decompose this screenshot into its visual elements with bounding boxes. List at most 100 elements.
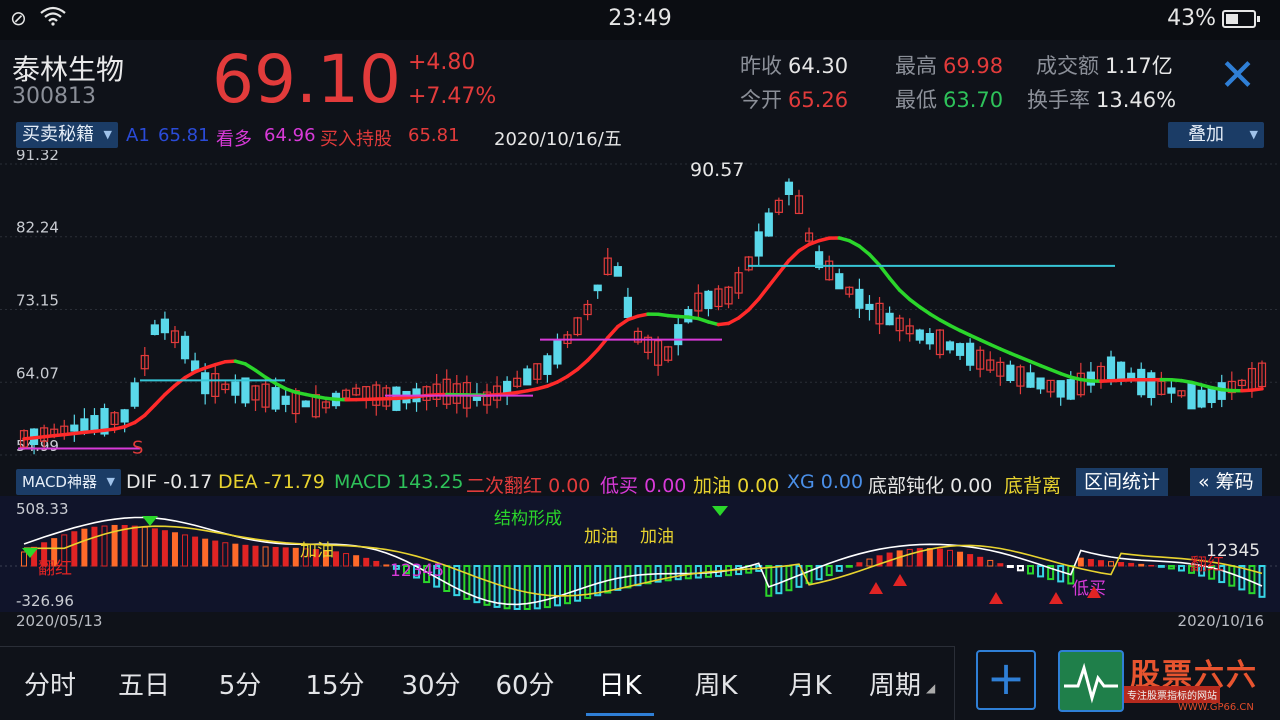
close-icon[interactable]: ✕ (1219, 54, 1256, 98)
stock-name: 泰林生物 (12, 53, 125, 86)
hold-value: 65.81 (408, 125, 460, 146)
candle-body (955, 343, 965, 356)
trend-line-segment (253, 368, 268, 380)
macd-annotation: 加油 (584, 527, 618, 547)
trend-line-segment (877, 263, 892, 280)
candle-body (1056, 380, 1065, 398)
indicator-selector[interactable]: 买卖秘籍 (16, 122, 118, 148)
candle-body (966, 342, 975, 366)
sell-signal-label: S (132, 438, 143, 459)
indicator-bar: 买卖秘籍 A1 65.81 看多 64.96 买入持股 65.81 2020/1… (0, 122, 1280, 150)
current-date: 2020/10/16/五 (494, 129, 622, 150)
clock: 23:49 (608, 6, 672, 31)
candle-body (764, 212, 773, 237)
macd-chart[interactable]: 508.33 -326.96 结构形成 加油 加油 加油 翻红 低买 翻红 12345 12345 (0, 496, 1280, 612)
candle-body (1187, 382, 1196, 410)
macd-bar (91, 526, 98, 567)
candle-body (281, 395, 290, 405)
candle-body (201, 372, 210, 395)
dif: DIF -0.17 (126, 471, 213, 493)
stock-code: 300813 (12, 84, 96, 109)
macd-bar (252, 545, 259, 567)
overlay-button[interactable]: 叠加 (1168, 122, 1264, 148)
price-tick-label: 82.24 (16, 219, 59, 237)
add-indicator-button[interactable]: + (976, 650, 1036, 710)
macd-axis-bottom: -326.96 (16, 592, 74, 610)
trend-line-segment (585, 348, 600, 363)
date-axis: 2020/05/13 2020/10/16 (0, 612, 1280, 634)
macd-bar (1138, 563, 1145, 567)
active-tab-indicator (586, 713, 654, 716)
trend-line-segment (756, 284, 771, 301)
macd-bar (121, 525, 128, 567)
peak-label: 90.57 (690, 159, 744, 181)
price-tick-label: 73.15 (16, 292, 59, 310)
candle-body (180, 335, 190, 360)
candle-body (1167, 387, 1176, 394)
tab-period[interactable]: 周期 (864, 665, 926, 702)
macd-bar (967, 554, 974, 567)
candle-body (120, 409, 129, 423)
tab-15min[interactable]: 15分 (300, 665, 370, 702)
macd-bar (292, 547, 299, 567)
price-tick-label: 64.07 (16, 364, 59, 382)
trend-line-segment (143, 403, 157, 418)
trend-line-segment (153, 392, 167, 407)
kline-chart[interactable]: 91.32 82.24 73.15 64.07 54.99 90.57 S (0, 146, 1280, 468)
trend-line-segment (887, 276, 902, 292)
macd-bar (1157, 565, 1165, 568)
candle-body (865, 303, 874, 310)
chips-button[interactable]: « 筹码 (1190, 468, 1262, 496)
twice-red: 二次翻红 0.00 (466, 475, 591, 497)
candle-body (1066, 379, 1075, 400)
high-price: 最高 69.98 (895, 54, 1004, 78)
candle-body (1147, 372, 1156, 399)
candle-body (704, 290, 713, 309)
candle-body (885, 312, 894, 326)
tab-30min[interactable]: 30分 (396, 665, 466, 702)
macd-bar (212, 540, 219, 567)
open-price: 今开 65.26 (740, 88, 849, 112)
prev-close: 昨收 64.30 (740, 54, 849, 78)
watermark-url: WWW.GP66.CN (1178, 702, 1254, 713)
range-stats-button[interactable]: 区间统计 (1076, 468, 1169, 496)
trend-line-segment (243, 362, 258, 373)
tab-5min[interactable]: 5分 (210, 665, 270, 702)
quote-header: 泰林生物 300813 69.10 +4.80 +7.47% 昨收 64.30 今… (0, 40, 1280, 118)
macd-bar (373, 560, 380, 567)
tab-daily[interactable]: 日K (590, 665, 650, 702)
macd-bar (1148, 564, 1155, 567)
period-tabs: 分时 五日 5分 15分 30分 60分 日K 周K 月K 周期 ◢ (0, 646, 955, 720)
trend-line-segment (1250, 387, 1264, 392)
candle-body (1207, 387, 1216, 404)
macd-selector[interactable]: MACD神器 (16, 469, 121, 495)
tab-monthly[interactable]: 月K (780, 665, 840, 702)
tab-intraday[interactable]: 分时 (20, 665, 80, 702)
status-bar: ⊘ 23:49 43% (0, 0, 1280, 40)
trend-line-segment (163, 383, 177, 397)
trend-line-segment (616, 317, 630, 329)
a1-label: A1 (126, 125, 150, 146)
candle-body (241, 377, 250, 404)
macd-bar (1118, 562, 1125, 567)
candle-body (130, 382, 139, 407)
bull-label: 看多 (216, 129, 252, 150)
tab-five-day[interactable]: 五日 (114, 665, 174, 702)
candle-body (553, 339, 562, 365)
candle-body (915, 329, 924, 341)
trend-line-segment (767, 271, 781, 288)
macd-bar (192, 536, 199, 567)
macd-bar (363, 557, 370, 567)
candle-body (231, 381, 240, 396)
tab-60min[interactable]: 60分 (490, 665, 560, 702)
trend-line-segment (132, 413, 147, 425)
candle-body (784, 181, 794, 196)
candle-body (150, 324, 159, 336)
macd-bar (272, 546, 279, 567)
macd-bar (333, 551, 340, 567)
trend-line-segment (928, 312, 942, 322)
macd-bar (81, 528, 88, 567)
trend-line-segment (606, 324, 620, 340)
tab-weekly[interactable]: 周K (686, 665, 746, 702)
macd-axis-top: 508.33 (16, 500, 69, 518)
